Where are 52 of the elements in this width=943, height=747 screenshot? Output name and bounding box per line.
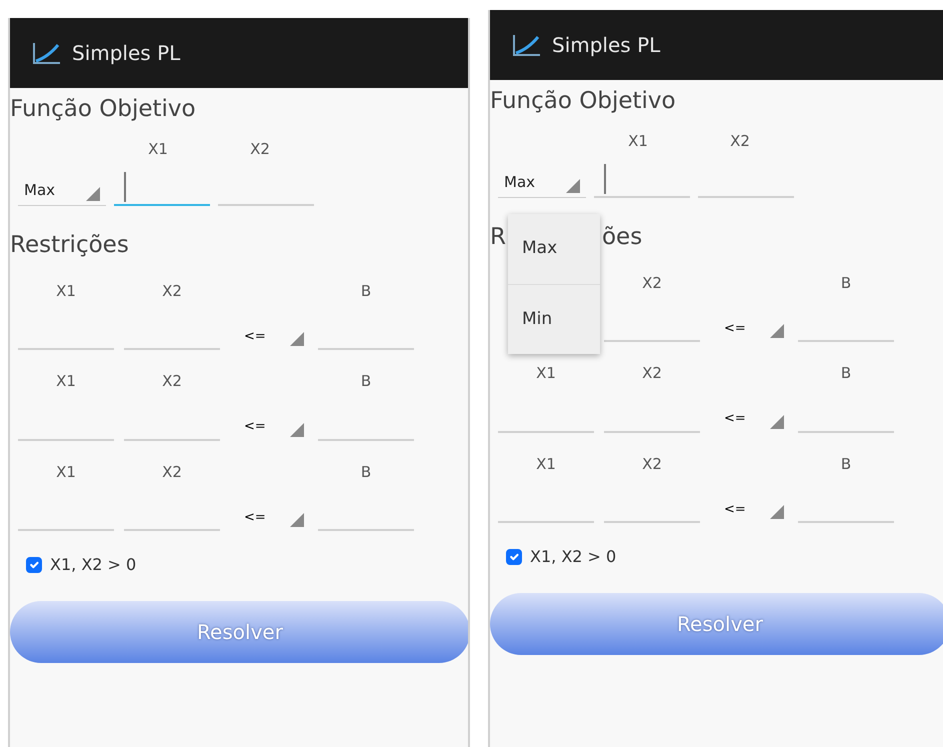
variable-label: B bbox=[840, 363, 852, 384]
variable-label: X1 bbox=[55, 462, 77, 483]
caret-icon bbox=[290, 422, 304, 437]
checkbox-label: X1, X2 > 0 bbox=[50, 554, 136, 576]
chart-icon bbox=[32, 41, 62, 65]
variable-label: X1 bbox=[535, 454, 557, 475]
menu-option[interactable]: Max bbox=[508, 214, 600, 284]
caret-icon bbox=[290, 332, 304, 346]
variable-label: B bbox=[360, 280, 372, 302]
caret-icon bbox=[86, 187, 100, 202]
menu-option[interactable]: Min bbox=[508, 284, 600, 354]
checkbox-label: X1, X2 > 0 bbox=[530, 546, 616, 568]
caret-icon bbox=[770, 505, 784, 520]
section-title: Função Objetivo bbox=[10, 96, 197, 124]
variable-label: B bbox=[840, 454, 852, 475]
variable-label: X2 bbox=[161, 280, 183, 302]
chart-icon bbox=[512, 33, 542, 57]
variable-label: X1 bbox=[55, 371, 77, 392]
section-title: ões bbox=[602, 224, 642, 252]
caret-icon bbox=[770, 324, 784, 338]
variable-label: X2 bbox=[729, 130, 751, 152]
caret-icon bbox=[290, 513, 304, 528]
variable-label: X1 bbox=[535, 363, 557, 384]
section-title: Função Objetivo bbox=[490, 88, 677, 116]
caret-icon bbox=[566, 179, 580, 194]
variable-label: X2 bbox=[641, 272, 663, 294]
variable-label: X2 bbox=[641, 363, 663, 384]
variable-label: X1 bbox=[147, 138, 169, 160]
section-title: Restrições bbox=[10, 232, 129, 260]
variable-label: B bbox=[360, 462, 372, 483]
variable-label: X2 bbox=[161, 371, 183, 392]
operator-dropdown[interactable]: <= bbox=[230, 414, 308, 441]
mode-dropdown[interactable]: Max bbox=[18, 172, 106, 206]
variable-label: X1 bbox=[627, 130, 649, 152]
variable-label: X2 bbox=[249, 138, 271, 160]
mode-dropdown[interactable]: Max bbox=[498, 164, 586, 198]
app-title: Simples PL bbox=[552, 32, 660, 59]
section-title: R bbox=[490, 224, 506, 252]
variable-label: X2 bbox=[641, 454, 663, 475]
checkbox[interactable] bbox=[26, 557, 42, 574]
variable-label: X2 bbox=[161, 462, 183, 483]
variable-label: B bbox=[360, 371, 372, 392]
variable-label: X1 bbox=[55, 280, 77, 302]
operator-dropdown[interactable]: <= bbox=[710, 316, 788, 342]
operator-dropdown[interactable]: <= bbox=[230, 505, 308, 532]
operator-dropdown[interactable]: <= bbox=[230, 324, 308, 350]
checkbox[interactable] bbox=[506, 549, 522, 566]
caret-icon bbox=[770, 414, 784, 429]
operator-dropdown[interactable]: <= bbox=[710, 497, 788, 524]
variable-label: B bbox=[840, 272, 852, 294]
operator-dropdown[interactable]: <= bbox=[710, 406, 788, 433]
app-title: Simples PL bbox=[72, 40, 180, 67]
